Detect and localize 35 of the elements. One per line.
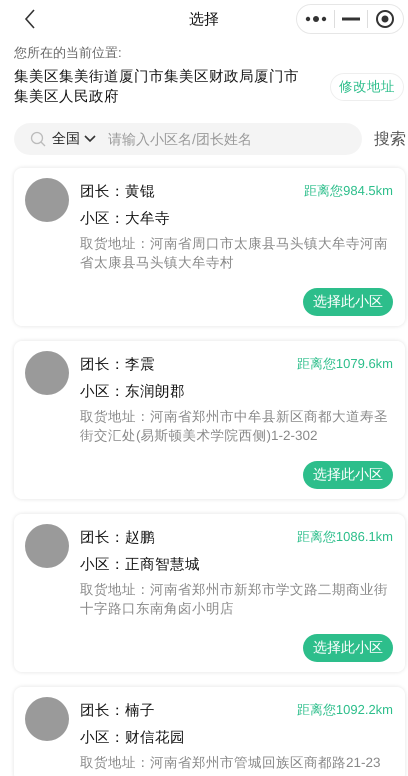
avatar-photo-placeholder	[25, 178, 69, 222]
select-community-button[interactable]: 选择此小区	[303, 288, 393, 316]
pickup-address: 取货地址：河南省郑州市中牟县新区商都大道寿圣街交汇处(易斯顿美术学院西侧)1-2-302	[80, 408, 389, 445]
avatar-photo-placeholder	[25, 697, 69, 741]
pickup-address: 取货地址：河南省郑州市新郑市学文路二期商业街十字路口东南角卤小明店	[80, 581, 389, 618]
search-field[interactable]: 全国 请输入小区名/团长姓名	[14, 123, 362, 155]
page-title: 选择	[188, 10, 220, 28]
distance-text: 距离您1092.2km	[296, 701, 393, 719]
current-address: 集美区集美街道厦门市集美区财政局厦门市集美区人民政府	[14, 68, 300, 107]
pickup-address: 取货地址：河南省周口市太康县马头镇大牟寺河南省太康县马头镇大牟寺村	[80, 235, 389, 272]
distance-text: 距离您1086.1km	[296, 528, 393, 546]
search-button[interactable]: 搜索	[374, 128, 406, 150]
leader-name: 团长：李震	[80, 356, 155, 374]
back-icon[interactable]	[24, 9, 36, 29]
community-name: 小区：东润朗郡	[80, 382, 186, 402]
leader-name: 团长：楠子	[80, 702, 155, 720]
select-community-button[interactable]: 选择此小区	[303, 634, 393, 662]
region-dropdown[interactable]: 全国	[52, 130, 96, 148]
minimize-icon[interactable]	[342, 17, 360, 21]
avatar-photo-placeholder	[25, 524, 69, 568]
community-name: 小区：大牟寺	[80, 210, 171, 229]
caret-icon[interactable]	[84, 135, 96, 143]
distance-text: 距离您1079.6km	[296, 355, 393, 373]
select-community-button[interactable]: 选择此小区	[303, 461, 393, 489]
leader-name: 团长：赵鹏	[80, 528, 155, 546]
close-icon[interactable]	[375, 9, 396, 29]
pickup-address: 取货地址：河南省郑州市管城回族区商都路21-23	[80, 754, 382, 772]
avatar-photo-placeholder	[25, 351, 69, 395]
location-label: 您所在的当前位置:	[14, 44, 123, 62]
community-name: 小区：正商智慧城	[80, 556, 201, 575]
distance-text: 距离您984.5km	[304, 182, 393, 200]
community-name: 小区：财信花园	[80, 729, 186, 748]
change-address-button[interactable]: 修改地址	[330, 73, 404, 101]
leader-name: 团长：黄锟	[80, 182, 155, 200]
more-icon[interactable]	[304, 15, 327, 23]
